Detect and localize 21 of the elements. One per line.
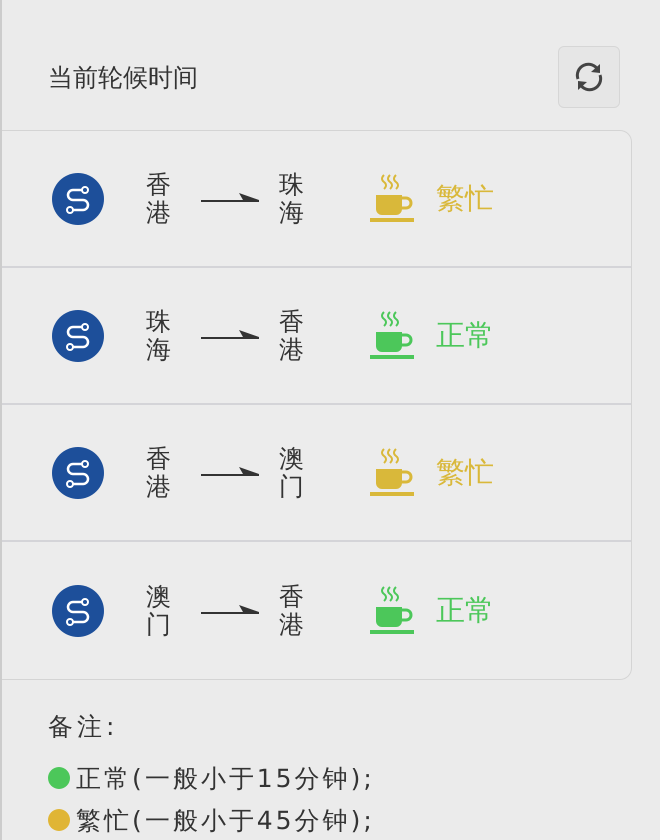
destination-port: 香港 bbox=[279, 583, 304, 638]
status-label: 繁忙 bbox=[436, 180, 494, 216]
origin-port: 香港 bbox=[146, 445, 171, 500]
status-label: 繁忙 bbox=[436, 454, 494, 490]
origin-port: 澳门 bbox=[146, 583, 171, 638]
route-icon bbox=[52, 310, 104, 362]
status-label: 正常 bbox=[436, 592, 494, 628]
page-title: 当前轮候时间 bbox=[48, 62, 198, 94]
destination-port: 珠海 bbox=[279, 171, 304, 226]
route-icon bbox=[52, 446, 104, 498]
origin-port: 香港 bbox=[146, 171, 171, 226]
route-icon bbox=[52, 172, 104, 224]
route-icon bbox=[52, 584, 104, 636]
refresh-button[interactable] bbox=[558, 46, 620, 108]
destination-port: 香港 bbox=[279, 308, 304, 363]
legend-text: 正常(一般小于15分钟); bbox=[76, 762, 375, 794]
destination-port: 澳门 bbox=[279, 445, 304, 500]
legend-text: 繁忙(一般小于45分钟); bbox=[76, 804, 375, 836]
origin-port: 珠海 bbox=[146, 308, 171, 363]
notes-title: 备注: bbox=[48, 711, 118, 743]
status-label: 正常 bbox=[436, 316, 494, 354]
